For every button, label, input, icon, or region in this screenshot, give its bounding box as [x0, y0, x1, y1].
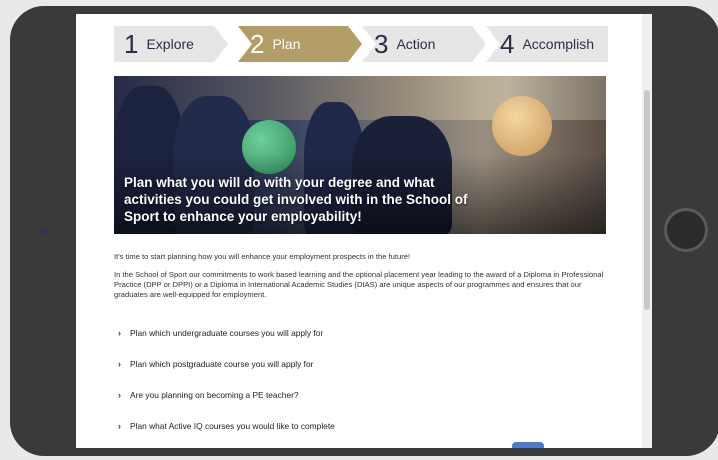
- step-number: 3: [374, 29, 389, 59]
- body-text: In the School of Sport our commitments t…: [114, 270, 604, 299]
- list-item-label: Plan which postgraduate course you will …: [130, 359, 314, 369]
- step-label: Plan: [272, 36, 301, 52]
- list-item[interactable]: › Are you planning on becoming a PE teac…: [118, 390, 598, 421]
- step-label: Accomplish: [522, 36, 595, 52]
- feedback-tab[interactable]: [512, 442, 544, 448]
- scrollbar-thumb[interactable]: [644, 90, 650, 310]
- step-action[interactable]: 3 Action: [362, 26, 486, 62]
- hero-caption: Plan what you will do with your degree a…: [124, 175, 468, 224]
- step-number: 2: [250, 29, 265, 59]
- chevron-right-icon: ›: [118, 328, 121, 338]
- chevron-right-icon: ›: [118, 421, 121, 431]
- plan-options-list: › Plan which undergraduate courses you w…: [118, 328, 598, 448]
- step-accomplish[interactable]: 4 Accomplish: [486, 26, 608, 62]
- step-number: 1: [124, 29, 139, 59]
- step-explore[interactable]: 1 Explore: [114, 26, 228, 62]
- camera-sensor: [40, 228, 48, 236]
- intro-text: It's time to start planning how you will…: [114, 252, 411, 261]
- home-button[interactable]: [664, 208, 708, 252]
- step-number: 4: [500, 29, 515, 59]
- list-item-label: Are you planning on becoming a PE teache…: [130, 390, 299, 400]
- step-label: Action: [396, 36, 436, 52]
- chevron-right-icon: ›: [118, 390, 121, 400]
- screen: 1 Explore 2 Plan 3 Action 4 Accomplish P…: [76, 14, 652, 448]
- list-item-label: Plan which undergraduate courses you wil…: [130, 328, 324, 338]
- chevron-right-icon: ›: [118, 359, 121, 369]
- list-item-label: Plan what Active IQ courses you would li…: [130, 421, 335, 431]
- exercise-ball-image: [492, 96, 552, 156]
- list-item[interactable]: › Plan which undergraduate courses you w…: [118, 328, 598, 359]
- step-progress-nav: 1 Explore 2 Plan 3 Action 4 Accomplish: [114, 26, 608, 62]
- step-plan[interactable]: 2 Plan: [238, 26, 362, 62]
- list-item[interactable]: › Plan which postgraduate course you wil…: [118, 359, 598, 390]
- hero-banner: Plan what you will do with your degree a…: [114, 76, 606, 234]
- step-label: Explore: [146, 36, 194, 52]
